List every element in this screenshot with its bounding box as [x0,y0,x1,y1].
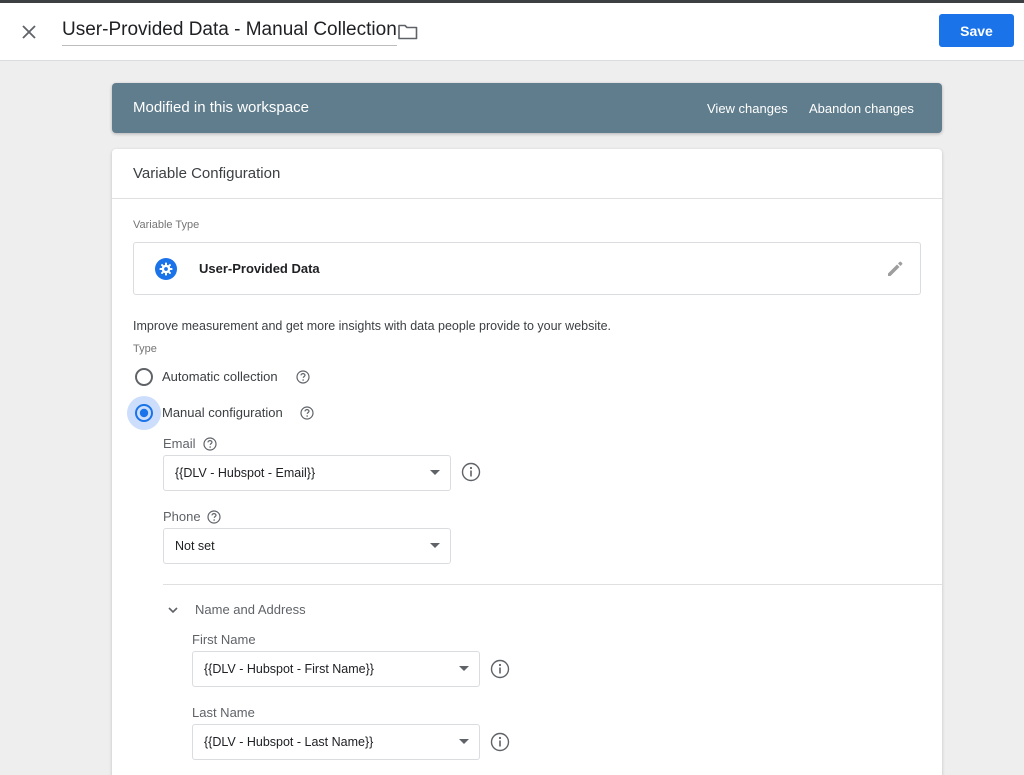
email-value: {{DLV - Hubspot - Email}} [175,466,316,480]
caret-down-icon [459,739,469,744]
workspace-banner: Modified in this workspace View changes … [112,83,942,133]
info-icon[interactable] [461,462,481,482]
phone-value: Not set [175,539,215,553]
radio-label: Automatic collection [162,369,278,384]
variable-configuration-card: Variable Configuration Variable Type Use… [112,149,942,775]
folder-icon[interactable] [397,23,419,41]
radio-label: Manual configuration [162,405,283,420]
variable-type-selector[interactable]: User-Provided Data [133,242,921,295]
top-bar: User-Provided Data - Manual Collection S… [0,3,1024,61]
email-label: Email [163,436,196,451]
last-name-label: Last Name [192,705,255,720]
edit-icon[interactable] [884,258,906,280]
description-text: Improve measurement and get more insight… [133,319,612,333]
last-name-dropdown[interactable]: {{DLV - Hubspot - Last Name}} [192,724,480,760]
abandon-changes-link[interactable]: Abandon changes [809,101,914,116]
divider [163,584,942,585]
radio-off-icon [135,368,153,386]
type-label: Type [133,343,157,355]
first-name-value: {{DLV - Hubspot - First Name}} [204,662,374,676]
chevron-down-icon [168,607,178,614]
first-name-label: First Name [192,632,256,647]
info-icon[interactable] [490,732,510,752]
last-name-value: {{DLV - Hubspot - Last Name}} [204,735,374,749]
variable-name-input[interactable]: User-Provided Data - Manual Collection [62,19,397,46]
gear-icon [155,258,177,280]
phone-label: Phone [163,509,201,524]
card-header: Variable Configuration [112,149,942,199]
section-title: Name and Address [195,602,306,617]
variable-type-label: Variable Type [133,219,200,231]
caret-down-icon [430,543,440,548]
email-dropdown[interactable]: {{DLV - Hubspot - Email}} [163,455,451,491]
first-name-dropdown[interactable]: {{DLV - Hubspot - First Name}} [192,651,480,687]
banner-text: Modified in this workspace [133,99,309,116]
variable-type-name: User-Provided Data [199,261,320,276]
help-icon[interactable] [300,406,314,420]
radio-on-icon [127,396,161,430]
save-button[interactable]: Save [939,14,1014,47]
card-title: Variable Configuration [133,165,281,182]
close-icon[interactable] [18,21,40,43]
info-icon[interactable] [490,659,510,679]
phone-dropdown[interactable]: Not set [163,528,451,564]
help-icon[interactable] [296,370,310,384]
view-changes-link[interactable]: View changes [707,101,788,116]
help-icon[interactable] [207,510,221,524]
help-icon[interactable] [203,437,217,451]
caret-down-icon [430,470,440,475]
caret-down-icon [459,666,469,671]
